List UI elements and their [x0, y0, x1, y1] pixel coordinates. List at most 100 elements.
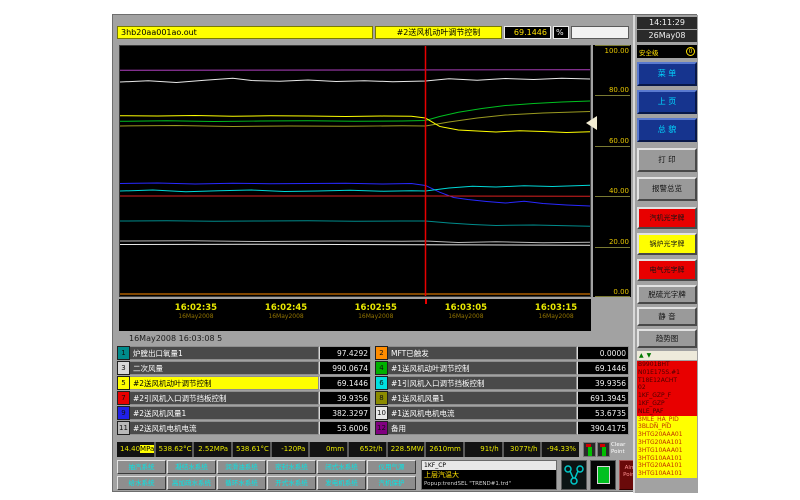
sidebar-action-button[interactable]: 趋势图	[637, 329, 697, 348]
alarm-tag[interactable]: 3BLDN_PID	[637, 423, 697, 431]
series-color-swatch: 9	[117, 406, 130, 420]
system-nav-button[interactable]: 开式水系统	[267, 476, 316, 490]
topology-icon[interactable]	[561, 460, 587, 490]
legend-column-left: 1炉膛出口氧量197.42923二次风量990.06745#2送风机动叶调节控制…	[117, 346, 371, 436]
light-panel-button[interactable]: 电气光字牌	[637, 259, 697, 281]
alarm-tag[interactable]: 3HTG10AAA01	[637, 447, 697, 455]
sidebar-action-button[interactable]: 打 印	[637, 148, 697, 172]
selected-point-field[interactable]: #2送风机动叶调节控制	[375, 26, 502, 39]
alarm-sort-icons[interactable]: ▲▼	[637, 351, 697, 360]
system-nav-button[interactable]: 密封水系统	[267, 460, 316, 474]
trend-series-#1引风机入口调节挡板控制	[120, 185, 590, 191]
series-value: 39.9356	[577, 376, 629, 390]
status-value: 2.52MPa	[194, 442, 231, 457]
series-label: #1送风机电机电流	[388, 406, 577, 420]
trend-series-#1送风机电机电流	[120, 244, 590, 245]
system-nav-button[interactable]: 循环水系统	[217, 476, 266, 490]
system-nav-button[interactable]: 汽机保护	[367, 476, 416, 490]
status-bar: 14.40MPa538.62°C2.52MPa538.61°C-120Pa0mm…	[117, 442, 579, 457]
system-nav-button[interactable]: 给水系统	[117, 476, 166, 490]
sidebar-nav-button[interactable]: 菜 单	[637, 62, 697, 86]
alarm-tag[interactable]: 02	[637, 384, 697, 392]
light-panel-button[interactable]: 汽机光字牌	[637, 207, 697, 229]
alarm-tag[interactable]: NLE_PAF	[637, 408, 697, 416]
y-tick-line	[595, 247, 630, 248]
series-value: 0.0000	[577, 346, 629, 360]
alarm-tag[interactable]: B9901BHT	[637, 361, 697, 369]
alarm-list: B9901BHTN01E175S.#1T18E12ACHT021KF_GZP_F…	[637, 361, 697, 478]
system-nav-button[interactable]: 仪用气源	[367, 460, 416, 474]
alarm-tag[interactable]: 3HTG20AA101	[637, 439, 697, 447]
legend-column-right: 2MFT已触发0.00004#1送风机动叶调节控制69.14466#1引风机入口…	[375, 346, 629, 436]
legend-row[interactable]: 5#2送风机动叶调节控制69.1446	[117, 376, 371, 390]
alarm-tag[interactable]: 1KF_GZP_F	[637, 392, 697, 400]
x-tick: 16:03:0516May2008	[445, 303, 487, 320]
series-label: 备用	[388, 421, 577, 435]
status-value: 652t/h	[349, 442, 386, 457]
status-value: 228.5MW	[388, 442, 425, 457]
alarm-message-box: 1KF_CP 上层汽温大 Popup:trendSEL "TREND#1.trd…	[421, 460, 557, 490]
sidebar-action-button[interactable]: 脱硫光字牌	[637, 285, 697, 304]
value-pointer-icon[interactable]	[586, 116, 597, 130]
alarm-tag[interactable]: 3MLE_HA_PID	[637, 416, 697, 424]
clear-point-button[interactable]: Clear Point	[611, 442, 631, 455]
status-value: 2610mm	[426, 442, 463, 457]
alarm-detail-command: Popup:trendSEL "TREND#1.trd"	[422, 480, 556, 488]
valve-indicator-icon	[583, 442, 596, 457]
legend-row[interactable]: 1炉膛出口氧量197.4292	[117, 346, 371, 360]
alarm-tag[interactable]: N01E175S.#1	[637, 369, 697, 377]
top-blank-field[interactable]	[571, 26, 629, 39]
legend-row[interactable]: 4#1送风机动叶调节控制69.1446	[375, 361, 629, 375]
sidebar-action-button[interactable]: 静 音	[637, 307, 697, 326]
legend-row[interactable]: 12备用390.4175	[375, 421, 629, 435]
y-tick-line	[595, 296, 630, 297]
legend-row[interactable]: 3二次风量990.0674	[117, 361, 371, 375]
x-tick: 16:02:4516May2008	[265, 303, 307, 320]
cursor-tick-icon	[425, 299, 427, 304]
alarm-tag[interactable]: 1KF_GZP	[637, 400, 697, 408]
light-panel-button[interactable]: 锅炉光字牌	[637, 233, 697, 255]
clock-date: 26May08	[637, 30, 697, 42]
trend-chart[interactable]	[119, 45, 591, 297]
system-nav-button[interactable]: 抽汽系统	[117, 460, 166, 474]
sidebar-action-button[interactable]: 报警总览	[637, 177, 697, 201]
legend-row[interactable]: 8#1送风机风量1691.3945	[375, 391, 629, 405]
system-nav-button[interactable]: 润滑油系统	[217, 460, 266, 474]
y-tick-label: 60.00	[609, 137, 629, 145]
series-color-swatch: 5	[117, 376, 130, 390]
legend-row[interactable]: 6#1引风机入口调节挡板控制39.9356	[375, 376, 629, 390]
legend-row[interactable]: 2MFT已触发0.0000	[375, 346, 629, 360]
alarm-tag[interactable]: T18E12ACHT	[637, 377, 697, 385]
sidebar: 14:11:29 26May08 安全级 0 菜 单上 页总 貌打 印报警总览汽…	[633, 15, 698, 493]
sidebar-nav-button[interactable]: 上 页	[637, 90, 697, 114]
selected-point-value: 69.1446	[504, 26, 551, 39]
legend-row[interactable]: 10#1送风机电机电流53.6735	[375, 406, 629, 420]
system-nav-button[interactable]: 闭式水系统	[317, 460, 366, 474]
status-value: -94.33%	[542, 442, 579, 457]
legend-row[interactable]: 11#2送风机电机电流53.6006	[117, 421, 371, 435]
status-value: -120Pa	[272, 442, 309, 457]
y-axis-scale: 100.0080.0060.0040.0020.000.00	[593, 45, 631, 297]
status-value: 3077t/h	[504, 442, 541, 457]
y-tick-label: 40.00	[609, 187, 629, 195]
series-value: 97.4292	[319, 346, 371, 360]
system-nav-button[interactable]: 发电机系统	[317, 476, 366, 490]
selected-alarm-tag[interactable]: 1KF_CP	[422, 461, 556, 470]
system-nav-button[interactable]: 凝结水系统	[167, 460, 216, 474]
alarm-tag[interactable]: 3HTG10AA101	[637, 470, 697, 478]
alarm-tag[interactable]: 3HTG10AA101	[637, 455, 697, 463]
security-value-icon: 0	[686, 47, 695, 56]
system-nav-button[interactable]: 高加疏水系统	[167, 476, 216, 490]
status-value: 0mm	[310, 442, 347, 457]
screen: 3hb20aa001ao.out #2送风机动叶调节控制 69.1446 % 1…	[0, 0, 800, 500]
y-tick-line	[595, 45, 630, 46]
legend-row[interactable]: 9#2送风机风量1382.3297	[117, 406, 371, 420]
series-color-swatch: 7	[117, 391, 130, 405]
alarm-tag[interactable]: 3HTG20AA101	[637, 462, 697, 470]
legend-row[interactable]: 7#2引风机入口调节挡板控制39.9356	[117, 391, 371, 405]
status-value: 538.62°C	[156, 442, 193, 457]
trend-file-field[interactable]: 3hb20aa001ao.out	[117, 26, 373, 39]
alarm-tag[interactable]: 3HTG20AAA01	[637, 431, 697, 439]
sidebar-nav-button[interactable]: 总 貌	[637, 118, 697, 142]
trend-window-icon[interactable]	[590, 460, 616, 490]
